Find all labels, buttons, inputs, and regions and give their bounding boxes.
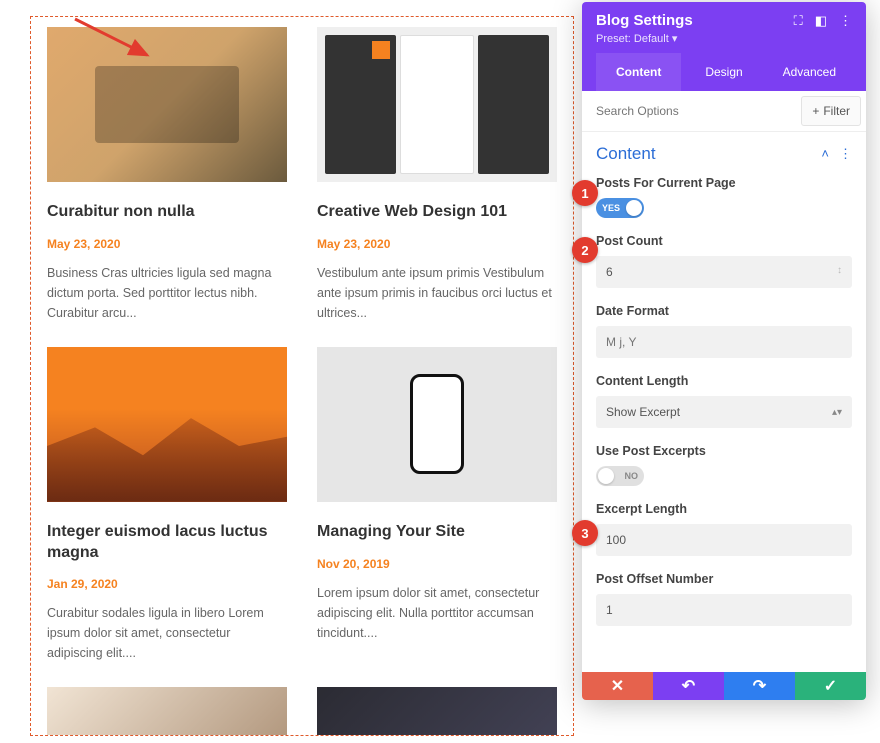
post-thumbnail[interactable] xyxy=(317,27,557,182)
use-excerpts-toggle[interactable]: NO xyxy=(596,466,644,486)
tab-content[interactable]: Content xyxy=(596,53,681,91)
date-format-input[interactable] xyxy=(596,326,852,358)
post-thumbnail[interactable] xyxy=(317,347,557,502)
post-card[interactable]: Integer euismod lacus luctus magna Jan 2… xyxy=(47,347,287,664)
post-title[interactable]: Managing Your Site xyxy=(317,522,557,543)
post-title[interactable]: Integer euismod lacus luctus magna xyxy=(47,522,287,564)
dock-icon[interactable]: ◧ xyxy=(815,13,827,29)
tab-advanced[interactable]: Advanced xyxy=(767,53,852,91)
collapse-icon[interactable]: ˄ xyxy=(821,146,829,162)
field-label: Use Post Excerpts xyxy=(596,444,852,458)
annotation-badge-1: 1 xyxy=(572,180,598,206)
post-date: May 23, 2020 xyxy=(317,237,557,251)
field-label: Posts For Current Page xyxy=(596,176,852,190)
field-label: Excerpt Length xyxy=(596,502,852,516)
post-title[interactable]: Creative Web Design 101 xyxy=(317,202,557,223)
cancel-button[interactable]: ✕ xyxy=(582,672,653,700)
post-excerpt: Vestibulum ante ipsum primis Vestibulum … xyxy=(317,263,557,323)
search-input[interactable] xyxy=(582,92,796,130)
annotation-badge-2: 2 xyxy=(572,237,598,263)
blog-settings-panel: Blog Settings ⛶ ◧ ⋮ Preset: Default ▾ Co… xyxy=(582,2,866,700)
section-title[interactable]: Content xyxy=(596,144,656,164)
post-excerpt: Curabitur sodales ligula in libero Lorem… xyxy=(47,603,287,663)
post-offset-input[interactable]: 1 xyxy=(596,594,852,626)
post-thumbnail[interactable] xyxy=(47,347,287,502)
post-card[interactable] xyxy=(317,687,557,736)
excerpt-length-input[interactable]: 100 xyxy=(596,524,852,556)
blog-preview-canvas: Curabitur non nulla May 23, 2020 Busines… xyxy=(30,16,574,736)
panel-title: Blog Settings xyxy=(596,12,693,29)
undo-button[interactable]: ↶ xyxy=(653,672,724,700)
post-thumbnail[interactable] xyxy=(317,687,557,736)
post-excerpt: Business Cras ultricies ligula sed magna… xyxy=(47,263,287,323)
post-thumbnail[interactable] xyxy=(47,687,287,736)
more-icon[interactable]: ⋮ xyxy=(839,13,852,29)
filter-button[interactable]: +Filter xyxy=(801,96,861,126)
expand-icon[interactable]: ⛶ xyxy=(794,13,803,29)
section-more-icon[interactable]: ⋮ xyxy=(839,146,852,162)
field-label: Date Format xyxy=(596,304,852,318)
posts-current-toggle[interactable]: YES xyxy=(596,198,644,218)
post-date: May 23, 2020 xyxy=(47,237,287,251)
post-date: Nov 20, 2019 xyxy=(317,557,557,571)
post-thumbnail[interactable] xyxy=(47,27,287,182)
post-card[interactable]: Creative Web Design 101 May 23, 2020 Ves… xyxy=(317,27,557,323)
annotation-badge-3: 3 xyxy=(572,520,598,546)
preset-selector[interactable]: Preset: Default ▾ xyxy=(596,32,852,53)
field-label: Post Offset Number xyxy=(596,572,852,586)
chevron-updown-icon: ▴▾ xyxy=(832,407,842,418)
post-card[interactable] xyxy=(47,687,287,736)
post-card[interactable]: Curabitur non nulla May 23, 2020 Busines… xyxy=(47,27,287,323)
post-date: Jan 29, 2020 xyxy=(47,577,287,591)
post-card[interactable]: Managing Your Site Nov 20, 2019 Lorem ip… xyxy=(317,347,557,664)
post-title[interactable]: Curabitur non nulla xyxy=(47,202,287,223)
post-excerpt: Lorem ipsum dolor sit amet, consectetur … xyxy=(317,583,557,643)
content-length-select[interactable]: Show Excerpt ▴▾ xyxy=(596,396,852,428)
field-label: Post Count xyxy=(596,234,852,248)
stepper-icon[interactable]: ↕ xyxy=(837,265,842,276)
post-count-input[interactable]: 6↕ xyxy=(596,256,852,288)
field-label: Content Length xyxy=(596,374,852,388)
tab-design[interactable]: Design xyxy=(681,53,766,91)
redo-button[interactable]: ↷ xyxy=(724,672,795,700)
save-button[interactable]: ✓ xyxy=(795,672,866,700)
